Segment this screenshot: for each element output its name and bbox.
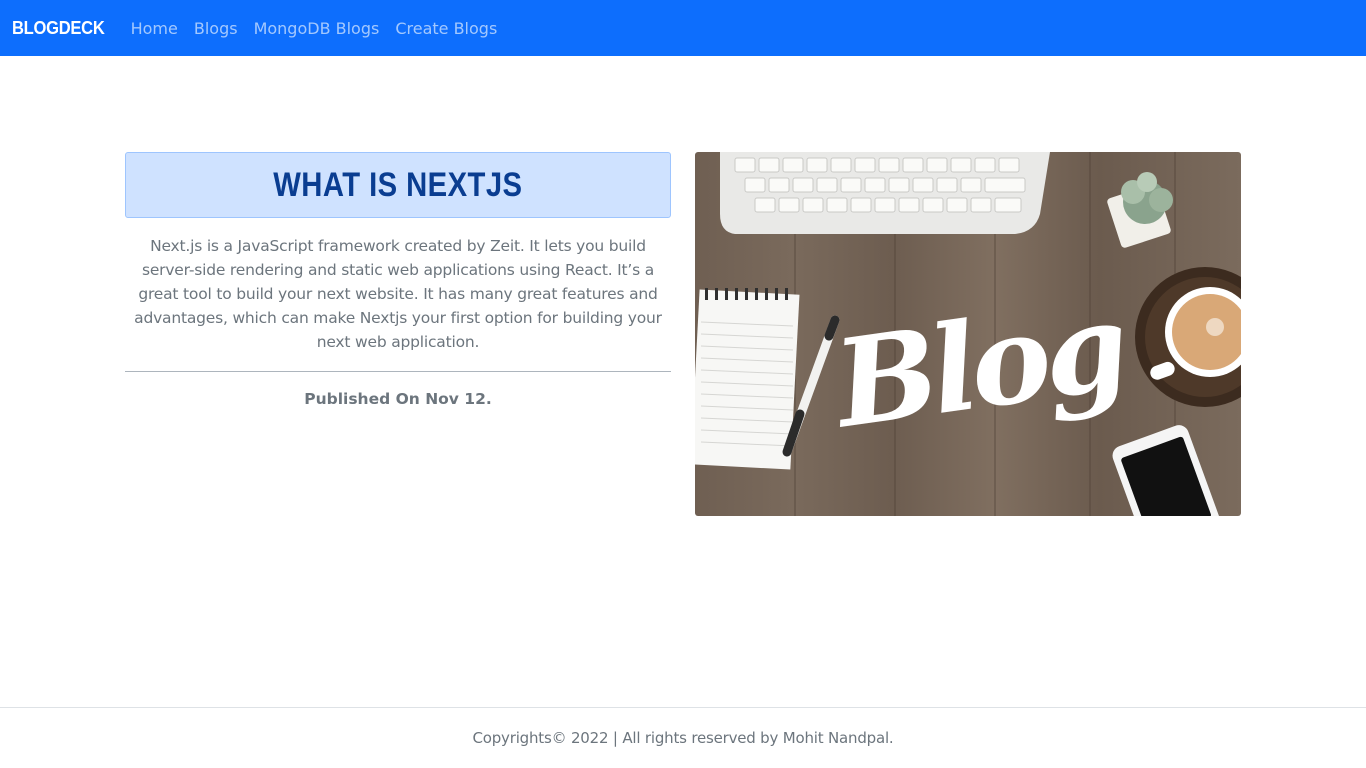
footer-copyright: Copyrights© 2022 | All rights reserved b… <box>472 729 894 747</box>
nav-link-mongodb-blogs[interactable]: MongoDB Blogs <box>254 19 380 38</box>
published-date: Published On Nov 12. <box>304 390 492 408</box>
article-title-box: WHAT IS NEXTJS <box>125 152 671 218</box>
coffee-cup-graphic <box>1135 267 1241 407</box>
nav-link-home[interactable]: Home <box>131 19 178 38</box>
keyboard-graphic <box>720 152 1050 234</box>
navbar: BLOGDECK Home Blogs MongoDB Blogs Create… <box>0 0 1366 56</box>
brand-logo[interactable]: BLOGDECK <box>12 18 105 39</box>
nav-link-create-blogs[interactable]: Create Blogs <box>395 19 497 38</box>
article-title: WHAT IS NEXTJS <box>273 165 523 204</box>
phone-graphic <box>1112 425 1220 516</box>
plant-graphic <box>1107 172 1173 248</box>
blog-hero-illustration: Blog <box>695 152 1241 516</box>
footer: Copyrights© 2022 | All rights reserved b… <box>0 707 1366 768</box>
blog-script-text: Blog <box>824 275 1133 455</box>
article-content: WHAT IS NEXTJS Next.js is a JavaScript f… <box>125 152 671 408</box>
notepad-graphic <box>695 288 800 470</box>
blog-hero-image: Blog <box>695 152 1241 516</box>
nav-link-blogs[interactable]: Blogs <box>194 19 238 38</box>
article-description: Next.js is a JavaScript framework create… <box>134 237 662 351</box>
divider <box>125 371 671 372</box>
